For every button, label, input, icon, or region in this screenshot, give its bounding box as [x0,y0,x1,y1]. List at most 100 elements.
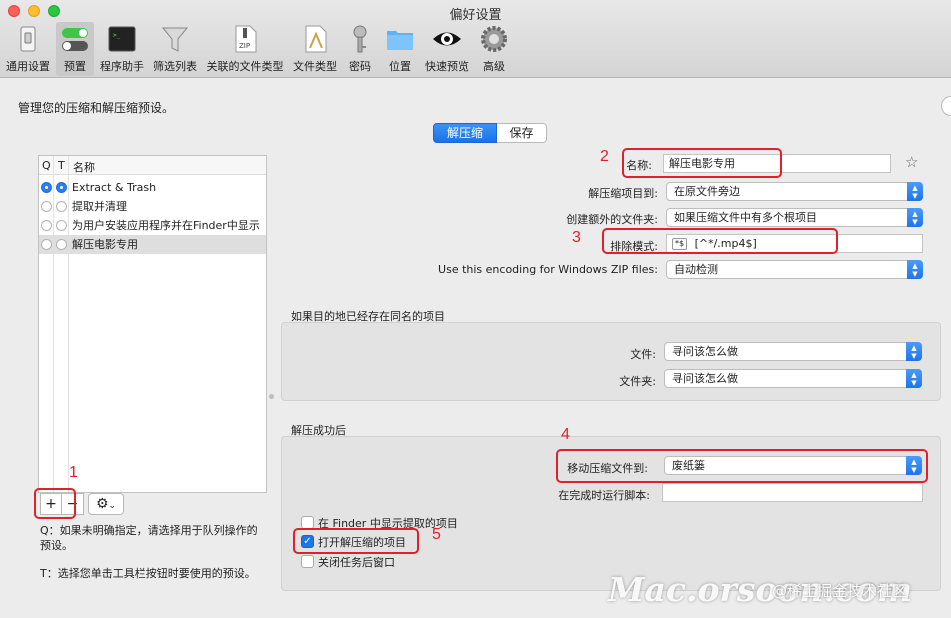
list-item[interactable]: 提取并清理 [39,197,266,216]
popup-value: 寻问该怎么做 [672,345,738,358]
funnel-icon [160,24,190,54]
toolbar-helper[interactable]: >_ 程序助手 [96,22,148,76]
annotation-number: 1 [69,464,78,481]
annotation-box-5 [293,528,419,554]
col-t[interactable]: T [58,159,65,172]
list-item-selected[interactable]: 解压电影专用 [39,235,266,254]
script-label: 在完成时运行脚本: [558,489,650,502]
preset-name: Extract & Trash [72,181,157,194]
eye-icon [432,24,462,54]
tab-save[interactable]: 保存 [497,123,547,143]
preset-list: Q T 名称 Extract & Trash 提取并清理 为用户安装应用程序并在… [38,155,267,493]
annotation-number: 2 [600,148,609,165]
t-radio[interactable] [56,201,67,212]
folder-icon [385,24,415,54]
annotation-number: 4 [561,426,570,443]
annotation-box-4 [556,449,928,483]
close-window-label: 关闭任务后窗口 [318,556,395,569]
folder-conflict-popup[interactable]: 寻问该怎么做 ▲ ▼ [664,369,922,388]
switch-icon [13,24,43,54]
toolbar-presets[interactable]: 预置 [56,22,94,76]
folder-label: 文件夹: [619,375,656,388]
toolbar-advanced[interactable]: 高级 [478,22,510,76]
toolbar-label: 程序助手 [100,60,144,73]
extract-to-label: 解压缩项目到: [588,187,658,200]
list-item[interactable]: 为用户安装应用程序并在Finder中显示 [39,216,266,235]
chevron-updown-icon: ▲ ▼ [906,342,922,361]
toolbar-label: 预置 [64,60,86,73]
file-conflict-popup[interactable]: 寻问该怎么做 ▲ ▼ [664,342,922,361]
toolbar-quicklook[interactable]: 快速预览 [422,22,472,76]
toolbar-file-types[interactable]: 文件类型 [290,22,340,76]
toolbar-passwords[interactable]: 密码 [344,22,376,76]
chevron-updown-icon: ▲ ▼ [907,208,923,227]
svg-text:ZIP: ZIP [239,42,250,50]
annotation-box-1 [34,488,76,519]
t-radio[interactable] [56,239,67,250]
encoding-label: Use this encoding for Windows ZIP files: [438,263,658,276]
preset-name: 为用户安装应用程序并在Finder中显示 [72,219,260,232]
toolbar-locations[interactable]: 位置 [384,22,416,76]
split-handle[interactable] [269,394,274,399]
chevron-updown-icon: ▲ ▼ [906,369,922,388]
extract-to-popup[interactable]: 在原文件旁边 ▲ ▼ [666,182,923,201]
gear-icon [479,24,509,54]
app-document-icon [300,24,330,54]
chevron-updown-icon: ▲ ▼ [907,182,923,201]
toggles-icon [60,24,90,54]
popup-value: 在原文件旁边 [674,185,740,198]
annotation-box-2 [622,148,782,178]
toolbar-label: 密码 [349,60,371,73]
q-radio[interactable] [41,220,52,231]
col-name[interactable]: 名称 [73,159,95,175]
annotation-number: 5 [432,526,441,543]
toolbar-label: 高级 [483,60,505,73]
q-radio[interactable] [41,239,52,250]
popup-value: 寻问该怎么做 [672,372,738,385]
q-radio[interactable] [41,182,52,193]
toolbar-label: 筛选列表 [153,60,197,73]
list-header: Q T 名称 [39,156,266,175]
preset-actions-button[interactable]: ⚙⌄ [88,493,124,515]
q-radio[interactable] [41,201,52,212]
window-title: 偏好设置 [449,8,502,23]
t-radio[interactable] [56,182,67,193]
page-heading: 管理您的压缩和解压缩预设。 [18,101,175,115]
favorite-star-icon[interactable]: ☆ [905,153,918,171]
chevron-down-icon: ⌄ [108,501,117,511]
help-t-text: T：选择您单击工具栏按钮时要使用的预设。 [40,567,256,580]
toolbar-label: 文件类型 [293,60,337,73]
preset-name: 解压电影专用 [72,238,138,251]
t-radio[interactable] [56,220,67,231]
toolbar-general[interactable]: 通用设置 [4,22,52,76]
chevron-updown-icon: ▲ ▼ [907,260,923,279]
toolbar-associated-types[interactable]: ZIP 关联的文件类型 [203,22,287,76]
extra-folder-popup[interactable]: 如果压缩文件中有多个根项目 ▲ ▼ [666,208,923,227]
preset-name: 提取并清理 [72,200,127,213]
toolbar-label: 快速预览 [425,60,469,73]
script-field[interactable] [662,483,923,502]
toolbar-filter[interactable]: 筛选列表 [150,22,200,76]
file-label: 文件: [630,348,656,361]
gear-icon: ⚙ [95,496,109,512]
extra-folder-label: 创建额外的文件夹: [566,213,658,226]
window-titlebar: 偏好设置 通用设置 预置 >_ 程序助手 筛选列表 ZIP 关联的文件类型 文件… [0,0,951,78]
help-q-text: Q：如果未明确指定，请选择用于队列操作的预设。 [40,524,258,552]
close-window-checkbox[interactable] [301,555,314,568]
popup-value: 如果压缩文件中有多个根项目 [674,211,817,224]
encoding-popup[interactable]: 自动检测 ▲ ▼ [666,260,923,279]
watermark-credit: @稀土掘金技术社区 [772,582,908,600]
toolbar-label: 关联的文件类型 [206,60,284,73]
zip-document-icon: ZIP [230,24,260,54]
list-item[interactable]: Extract & Trash [39,178,266,197]
svg-text:>_: >_ [113,32,121,39]
toolbar-label: 位置 [389,60,411,73]
key-icon [345,24,375,54]
terminal-icon: >_ [107,24,137,54]
col-q[interactable]: Q [42,159,51,172]
popup-value: 自动检测 [674,263,718,276]
tab-extract[interactable]: 解压缩 [433,123,497,143]
annotation-box-3 [602,228,838,254]
annotation-number: 3 [572,229,581,246]
toolbar-label: 通用设置 [6,60,50,73]
